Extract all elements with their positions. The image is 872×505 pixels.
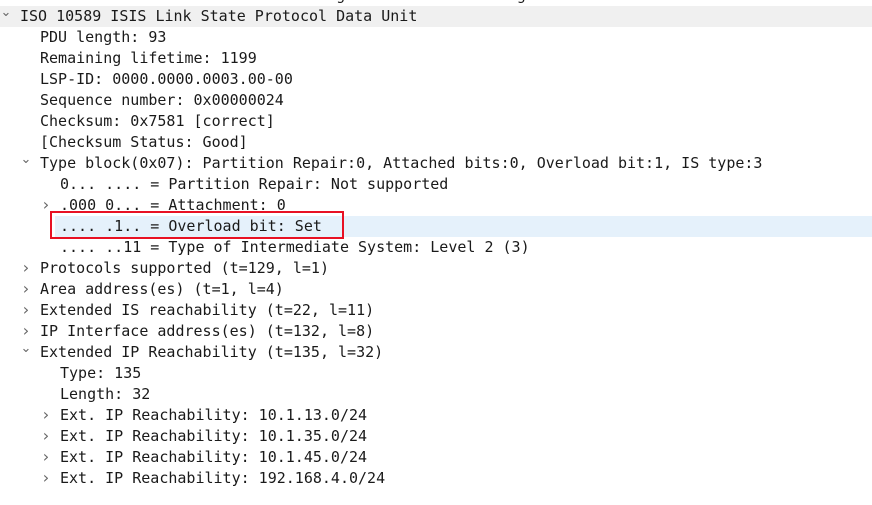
tree-row[interactable]: Length: 32 bbox=[0, 384, 872, 405]
tree-row-label: IP Interface address(es) (t=132, l=8) bbox=[40, 322, 375, 340]
tree-row-label: [Checksum Status: Good] bbox=[40, 133, 248, 151]
tree-row-label: Extended IS reachability (t=22, l=11) bbox=[40, 301, 375, 319]
tree-row[interactable]: › Ext. IP Reachability: 10.1.45.0/24 bbox=[0, 447, 872, 468]
tree-row[interactable]: › Ext. IP Reachability: 10.1.35.0/24 bbox=[0, 426, 872, 447]
tree-row[interactable]: › IP Interface address(es) (t=132, l=8) bbox=[0, 321, 872, 342]
tree-row[interactable]: 0... .... = Partition Repair: Not suppor… bbox=[0, 174, 872, 195]
tree-row-label: Extended IP Reachability (t=135, l=32) bbox=[40, 343, 384, 361]
tree-row[interactable]: › Extended IS reachability (t=22, l=11) bbox=[0, 300, 872, 321]
tree-row[interactable]: Checksum: 0x7581 [correct] bbox=[0, 111, 872, 132]
tree-row[interactable]: Sequence number: 0x00000024 bbox=[0, 90, 872, 111]
tree-row-label: ISO 10589 ISIS Link State Protocol Data … bbox=[20, 7, 418, 25]
tree-row-label: Ext. IP Reachability: 192.168.4.0/24 bbox=[60, 469, 386, 487]
chevron-right-icon[interactable]: › bbox=[40, 425, 52, 446]
chevron-down-icon[interactable]: ⌄ bbox=[0, 2, 12, 23]
tree-row-label: 0... .... = Partition Repair: Not suppor… bbox=[60, 175, 449, 193]
chevron-right-icon[interactable]: › bbox=[40, 404, 52, 425]
chevron-down-icon[interactable]: ⌄ bbox=[20, 338, 32, 359]
tree-row[interactable]: PDU length: 93 bbox=[0, 27, 872, 48]
tree-row[interactable]: [Checksum Status: Good] bbox=[0, 132, 872, 153]
tree-row-label: Type: 135 bbox=[60, 364, 142, 382]
tree-row-label: LSP-ID: 0000.0000.0003.00-00 bbox=[40, 70, 293, 88]
tree-row[interactable]: ⌄ Type block(0x07): Partition Repair:0, A… bbox=[0, 152, 872, 174]
tree-row-label: Ext. IP Reachability: 10.1.35.0/24 bbox=[60, 427, 368, 445]
tree-row-label: Protocols supported (t=129, l=1) bbox=[40, 259, 329, 277]
tree-row-label: .... ..11 = Type of Intermediate System:… bbox=[60, 238, 530, 256]
chevron-right-icon[interactable]: › bbox=[20, 257, 32, 278]
chevron-right-icon[interactable]: › bbox=[40, 467, 52, 488]
tree-row[interactable]: › Ext. IP Reachability: 10.1.13.0/24 bbox=[0, 405, 872, 426]
tree-row[interactable]: .... ..11 = Type of Intermediate System:… bbox=[0, 237, 872, 258]
chevron-down-icon[interactable]: ⌄ bbox=[20, 149, 32, 170]
tree-row[interactable]: LSP-ID: 0000.0000.0003.00-00 bbox=[0, 69, 872, 90]
annotation-highlight-box bbox=[50, 211, 344, 239]
tree-row-label: Remaining lifetime: 1199 bbox=[40, 49, 257, 67]
tree-row-label: Area address(es) (t=1, l=4) bbox=[40, 280, 284, 298]
packet-details-tree: ISO 10589 ISIS InTRA Domain Routeing Inf… bbox=[0, 0, 872, 489]
tree-row[interactable]: › Area address(es) (t=1, l=4) bbox=[0, 279, 872, 300]
chevron-right-icon[interactable]: › bbox=[40, 446, 52, 467]
tree-row-label: Ext. IP Reachability: 10.1.45.0/24 bbox=[60, 448, 368, 466]
tree-row[interactable]: ⌄ ISO 10589 ISIS Link State Protocol Data… bbox=[0, 5, 872, 27]
tree-row-label: PDU length: 93 bbox=[40, 28, 167, 46]
chevron-right-icon[interactable]: › bbox=[20, 299, 32, 320]
tree-row-label: Ext. IP Reachability: 10.1.13.0/24 bbox=[60, 406, 368, 424]
tree-row-label: Length: 32 bbox=[60, 385, 151, 403]
tree-row[interactable]: ⌄ Extended IP Reachability (t=135, l=32) bbox=[0, 341, 872, 363]
tree-row[interactable]: › Protocols supported (t=129, l=1) bbox=[0, 258, 872, 279]
tree-row-label: Checksum: 0x7581 [correct] bbox=[40, 112, 275, 130]
chevron-right-icon[interactable]: › bbox=[20, 278, 32, 299]
tree-row[interactable]: › Ext. IP Reachability: 192.168.4.0/24 bbox=[0, 468, 872, 489]
tree-row[interactable]: Remaining lifetime: 1199 bbox=[0, 48, 872, 69]
tree-row-label: Type block(0x07): Partition Repair:0, At… bbox=[40, 154, 763, 172]
tree-row[interactable]: Type: 135 bbox=[0, 363, 872, 384]
tree-row-label: Sequence number: 0x00000024 bbox=[40, 91, 284, 109]
